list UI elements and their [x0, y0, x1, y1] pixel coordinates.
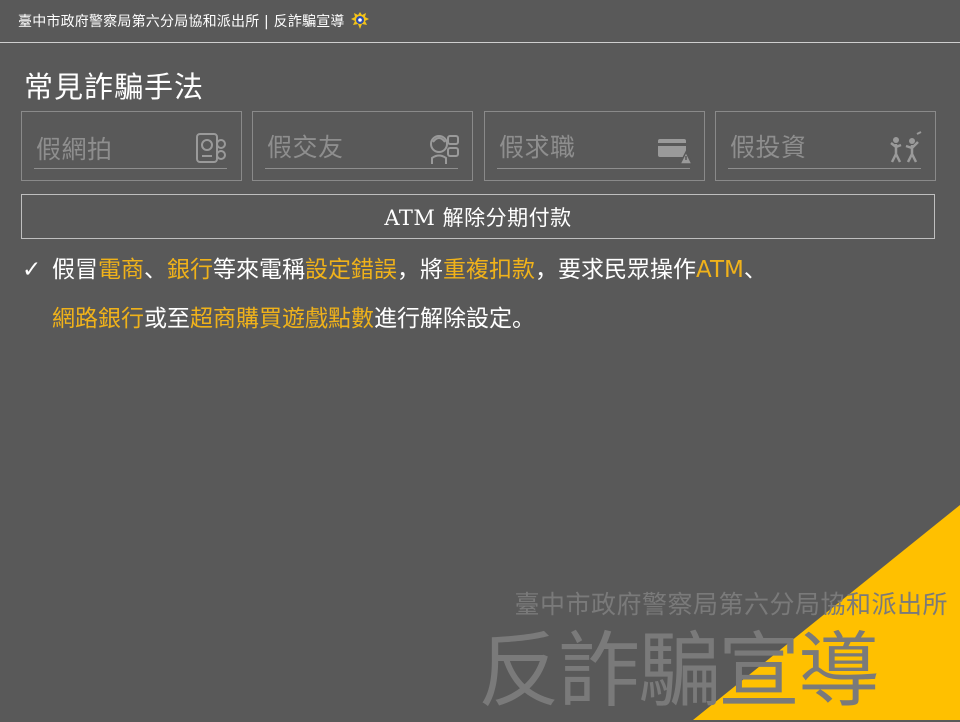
- watermark-station-name: 臺中市政府警察局第六分局協和派出所: [514, 590, 948, 619]
- highlight-text: 網路銀行: [52, 306, 144, 332]
- header-bar: 臺中市政府警察局第六分局協和派出所 | 反詐騙宣導: [0, 0, 960, 43]
- tab-underline: [34, 168, 227, 169]
- tab-underline: [497, 168, 690, 169]
- highlight-text: ATM: [696, 257, 744, 283]
- line-1-text: 假冒電商、銀行等來電稱設定錯誤，將重複扣款，要求民眾操作ATM、: [52, 257, 767, 283]
- phone-shopping-icon: [196, 133, 226, 163]
- header-title: 臺中市政府警察局第六分局協和派出所 | 反詐騙宣導: [18, 14, 345, 30]
- tab-underline: [728, 168, 921, 169]
- plain-text: 或至: [144, 306, 190, 332]
- chat-person-icon: [430, 135, 459, 164]
- plain-text: 等來電稱: [213, 257, 305, 283]
- warning-card-icon: [658, 139, 692, 165]
- tab-fake-dating[interactable]: 假交友: [252, 111, 473, 181]
- description-line-2: 網路銀行或至超商購買遊戲點數進行解除設定。: [22, 295, 922, 344]
- tab-underline: [265, 168, 458, 169]
- line-2-text: 網路銀行或至超商購買遊戲點數進行解除設定。: [52, 306, 535, 332]
- people-money-icon: [890, 131, 922, 163]
- highlight-text: 超商購買遊戲點數: [190, 306, 374, 332]
- tab-label: 假交友: [267, 133, 344, 162]
- plain-text: 、: [144, 257, 167, 283]
- watermark-campaign-title: 反詐騙宣導: [478, 624, 880, 719]
- tab-fake-job[interactable]: 假求職: [484, 111, 705, 181]
- tab-fake-investment[interactable]: 假投資: [715, 111, 936, 181]
- section-title-bar: ATM 解除分期付款: [21, 194, 935, 239]
- tab-label: 假網拍: [36, 135, 113, 164]
- scam-description: ✓ 假冒電商、銀行等來電稱設定錯誤，將重複扣款，要求民眾操作ATM、 網路銀行或至…: [22, 246, 922, 344]
- tab-label: 假投資: [730, 133, 807, 162]
- police-badge-icon: [350, 12, 369, 29]
- tab-label: 假求職: [499, 133, 576, 162]
- highlight-text: 重複扣款: [443, 257, 535, 283]
- highlight-text: 設定錯誤: [305, 257, 397, 283]
- check-mark-icon: ✓: [22, 257, 42, 283]
- plain-text: ，要求民眾操作: [535, 257, 696, 283]
- plain-text: 假冒: [52, 257, 98, 283]
- highlight-text: 電商: [98, 257, 144, 283]
- section-title: ATM 解除分期付款: [384, 205, 572, 230]
- scam-type-tabs: 假網拍 假交友 假求職 假投資: [21, 111, 936, 183]
- highlight-text: 銀行: [167, 257, 213, 283]
- tab-fake-auction[interactable]: 假網拍: [21, 111, 242, 181]
- description-line-1: ✓ 假冒電商、銀行等來電稱設定錯誤，將重複扣款，要求民眾操作ATM、: [22, 246, 922, 295]
- plain-text: 、: [743, 257, 767, 283]
- plain-text: ，將: [397, 257, 443, 283]
- page-title: 常見詐騙手法: [24, 70, 205, 104]
- plain-text: 進行解除設定。: [374, 306, 535, 332]
